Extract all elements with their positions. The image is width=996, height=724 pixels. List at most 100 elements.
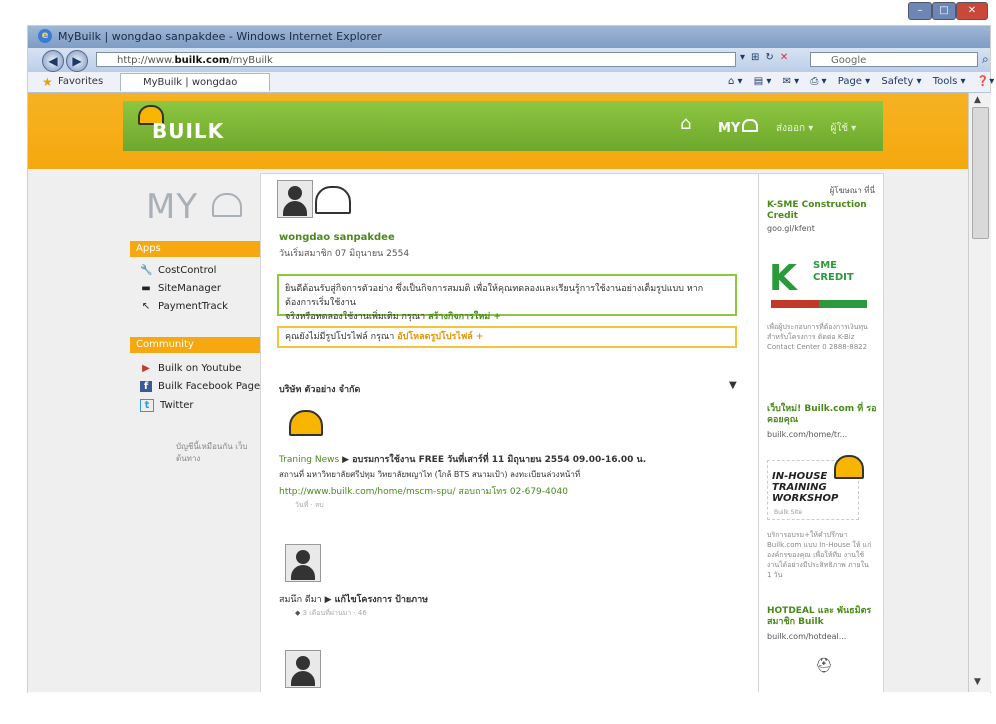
feeds-menu-icon[interactable]: ▤ ▾	[754, 76, 772, 87]
back-button[interactable]: ◀	[42, 50, 64, 72]
inhouse-workshop-banner[interactable]: IN-HOUSE TRAINING WORKSHOP Builk Site	[767, 455, 864, 520]
sidebar-item-paymenttrack[interactable]: ↖ PaymentTrack	[140, 301, 228, 312]
my-nav-link[interactable]: MY	[718, 119, 759, 136]
search-input[interactable]: Google	[810, 52, 978, 67]
sidebar-item-label: SiteManager	[158, 283, 222, 294]
forward-button[interactable]: ▶	[66, 50, 88, 72]
sponsored-header: ผู้โฆษณา ที่นี่	[829, 186, 875, 195]
my-helmet-icon	[742, 119, 759, 132]
feed-item-url[interactable]: http://www.builk.com/home/mscm-spu/ สอบถ…	[279, 484, 568, 498]
sponsored-column: ผู้โฆษณา ที่นี่ K-SME Construction Credi…	[758, 173, 884, 692]
address-tools: ▾ ⊞ ↻ ✕	[740, 52, 794, 63]
sidebar-item-label: Twitter	[160, 400, 194, 411]
favorites-star-icon[interactable]: ★	[42, 75, 53, 89]
favorites-button[interactable]: Favorites	[58, 76, 103, 87]
feed-item-detail: สถานที่ มหาวิทยาลัยศรีปทุม วิทยาลัยพญาไท…	[279, 470, 581, 479]
sidebar-item-sitemanager[interactable]: ▬ SiteManager	[140, 283, 221, 294]
vertical-scrollbar[interactable]: ▲ ▼	[968, 93, 991, 692]
feed-user-avatar[interactable]	[285, 650, 321, 688]
search-icon[interactable]: ⌕	[982, 52, 989, 67]
sidebar-note: บัญชีนี้เหมือนกัน เว็บต้นทาง	[176, 442, 248, 463]
window-title: MyBuilk | wongdao sanpakdee - Windows In…	[58, 30, 382, 43]
my-logo-helmet-icon	[212, 193, 242, 217]
maximize-button[interactable]: □	[932, 2, 956, 20]
ad-title[interactable]: K-SME Construction Credit	[767, 200, 877, 222]
top-menu-export[interactable]: ส่งออก ▾	[776, 123, 813, 134]
window-titlebar: e MyBuilk | wongdao sanpakdee - Windows …	[28, 26, 990, 48]
top-menu-user[interactable]: ผู้ใช้ ▾	[830, 123, 856, 134]
ad-title[interactable]: HOTDEAL และ พันธมิตร สมาชิก Builk	[767, 606, 877, 628]
user-name[interactable]: wongdao sanpakdee	[279, 232, 395, 243]
sidebar-item-label: CostControl	[158, 265, 217, 276]
address-bar[interactable]: http://www.builk.com/myBuilk	[96, 52, 736, 67]
feed-headline: ▶ อบรมการใช้งาน FREE วันที่เสาร์ที่ 11 ม…	[342, 455, 647, 465]
feed-headline: ▶ แก้ไขโครงการ ป้ายภาษ	[324, 595, 429, 605]
compatibility-icon[interactable]: ⊞	[751, 52, 759, 63]
sidebar-item-label: Builk Facebook Page	[158, 381, 261, 392]
feed-item-headline: สมนึก ดีมา ▶ แก้ไขโครงการ ป้ายภาษ	[279, 592, 428, 606]
ad-link[interactable]: builk.com/hotdeal...	[767, 632, 846, 641]
safety-menu[interactable]: Safety ▾	[881, 76, 921, 87]
feed-dropdown-icon[interactable]: ▼	[729, 380, 737, 391]
create-company-link[interactable]: สร้างกิจการใหม่ +	[428, 312, 501, 322]
my-nav-label: MY	[718, 121, 741, 136]
facebook-icon: f	[140, 381, 152, 392]
ksme-k-mark: K	[769, 258, 797, 299]
scroll-up-icon[interactable]: ▲	[974, 95, 981, 105]
user-avatar[interactable]	[277, 180, 313, 218]
apps-header: Apps	[130, 241, 270, 257]
tools-menu[interactable]: Tools ▾	[933, 76, 966, 87]
workshop-text: IN-HOUSE TRAINING WORKSHOP	[772, 471, 839, 504]
home-menu-icon[interactable]: ⌂ ▾	[728, 76, 743, 87]
home-icon[interactable]: ⌂	[680, 113, 691, 134]
feed-user-avatar[interactable]	[285, 544, 321, 582]
costcontrol-icon: 🔧	[140, 265, 153, 276]
command-bar: ⌂ ▾ ▤ ▾ ✉ ▾ ⎙ ▾ Page ▾ Safety ▾ Tools ▾ …	[728, 76, 996, 87]
navigation-bar: ◀ ▶ http://www.builk.com/myBuilk ▾ ⊞ ↻ ✕ Go…	[28, 48, 990, 72]
page-margin	[28, 692, 990, 724]
ad-text: บริการอบรม+ให้คำปรึกษา Builk.com แบบ In-…	[767, 531, 872, 579]
sidebar-item-facebook[interactable]: f Builk Facebook Page	[140, 381, 260, 392]
ad-link[interactable]: builk.com/home/tr...	[767, 430, 847, 439]
pin-icon: ◆	[295, 609, 301, 617]
minimize-button[interactable]: –	[908, 2, 932, 20]
close-button[interactable]: ✕	[956, 2, 988, 20]
upload-photo-link[interactable]: อัปโหลดรูปโปรไฟล์ +	[397, 332, 483, 342]
top-menu: ส่งออก ▾ ผู้ใช้ ▾	[776, 121, 870, 136]
profile-notice-text: คุณยังไม่มีรูปโปรไฟล์ กรุณา	[285, 332, 395, 342]
page-viewport: BUILK ⌂ MY ส่งออก ▾ ผู้ใช้ ▾ MY Apps 🔧 Co…	[28, 93, 968, 692]
scroll-down-icon[interactable]: ▼	[974, 677, 981, 687]
ksme-credit-logo[interactable]: K SME CREDIT	[769, 254, 869, 310]
community-header: Community	[130, 337, 270, 353]
stop-icon[interactable]: ✕	[780, 52, 788, 63]
feed-source-link[interactable]: Traning News	[279, 455, 339, 465]
page-menu[interactable]: Page ▾	[838, 76, 870, 87]
refresh-icon[interactable]: ↻	[765, 52, 773, 63]
mail-menu-icon[interactable]: ✉ ▾	[783, 76, 800, 87]
welcome-notice: ยินดีต้อนรับสู่กิจการตัวอย่าง ซึ่งเป็นกิ…	[277, 274, 737, 322]
company-helmet-icon	[315, 186, 351, 214]
sidebar-item-youtube[interactable]: ▶ Builk on Youtube	[140, 363, 241, 374]
ie-icon: e	[38, 29, 52, 43]
builk-news-helmet-icon	[289, 410, 323, 436]
print-menu-icon[interactable]: ⎙ ▾	[810, 76, 826, 87]
sidebar-item-label: PaymentTrack	[158, 301, 228, 312]
profile-photo-notice: คุณยังไม่มีรูปโปรไฟล์ กรุณา อัปโหลดรูปโป…	[277, 326, 737, 348]
dropdown-arrow-icon[interactable]: ▾	[740, 52, 745, 63]
my-logo: MY	[146, 187, 199, 227]
sidebar-item-costcontrol[interactable]: 🔧 CostControl	[140, 265, 216, 276]
sitemanager-icon: ▬	[141, 283, 151, 294]
sidebar-item-twitter[interactable]: t Twitter	[140, 399, 194, 412]
main-content: wongdao sanpakdee วันเริ่มสมาชิก 07 มิถุ…	[260, 173, 760, 692]
url-host: builk.com	[174, 55, 230, 66]
feed-user-link[interactable]: สมนึก ดีมา	[279, 595, 322, 605]
browser-tab[interactable]: MyBuilk | wongdao sanpakdee	[120, 73, 270, 106]
builk-logo[interactable]: BUILK	[152, 119, 224, 143]
scroll-thumb[interactable]	[972, 107, 989, 239]
hotdeal-icon: ⛑	[815, 658, 833, 674]
ad-title[interactable]: เว็บใหม่! Builk.com ที่ รอคอยคุณ	[767, 404, 877, 426]
sme-credit-text: SME CREDIT	[813, 260, 854, 283]
welcome-text-2: จริงหรือทดลองใช้งานเพิ่มเติม กรุณา	[285, 312, 426, 322]
ad-link[interactable]: goo.gl/kfent	[767, 224, 815, 233]
help-menu-icon[interactable]: ❓▾	[977, 76, 994, 87]
